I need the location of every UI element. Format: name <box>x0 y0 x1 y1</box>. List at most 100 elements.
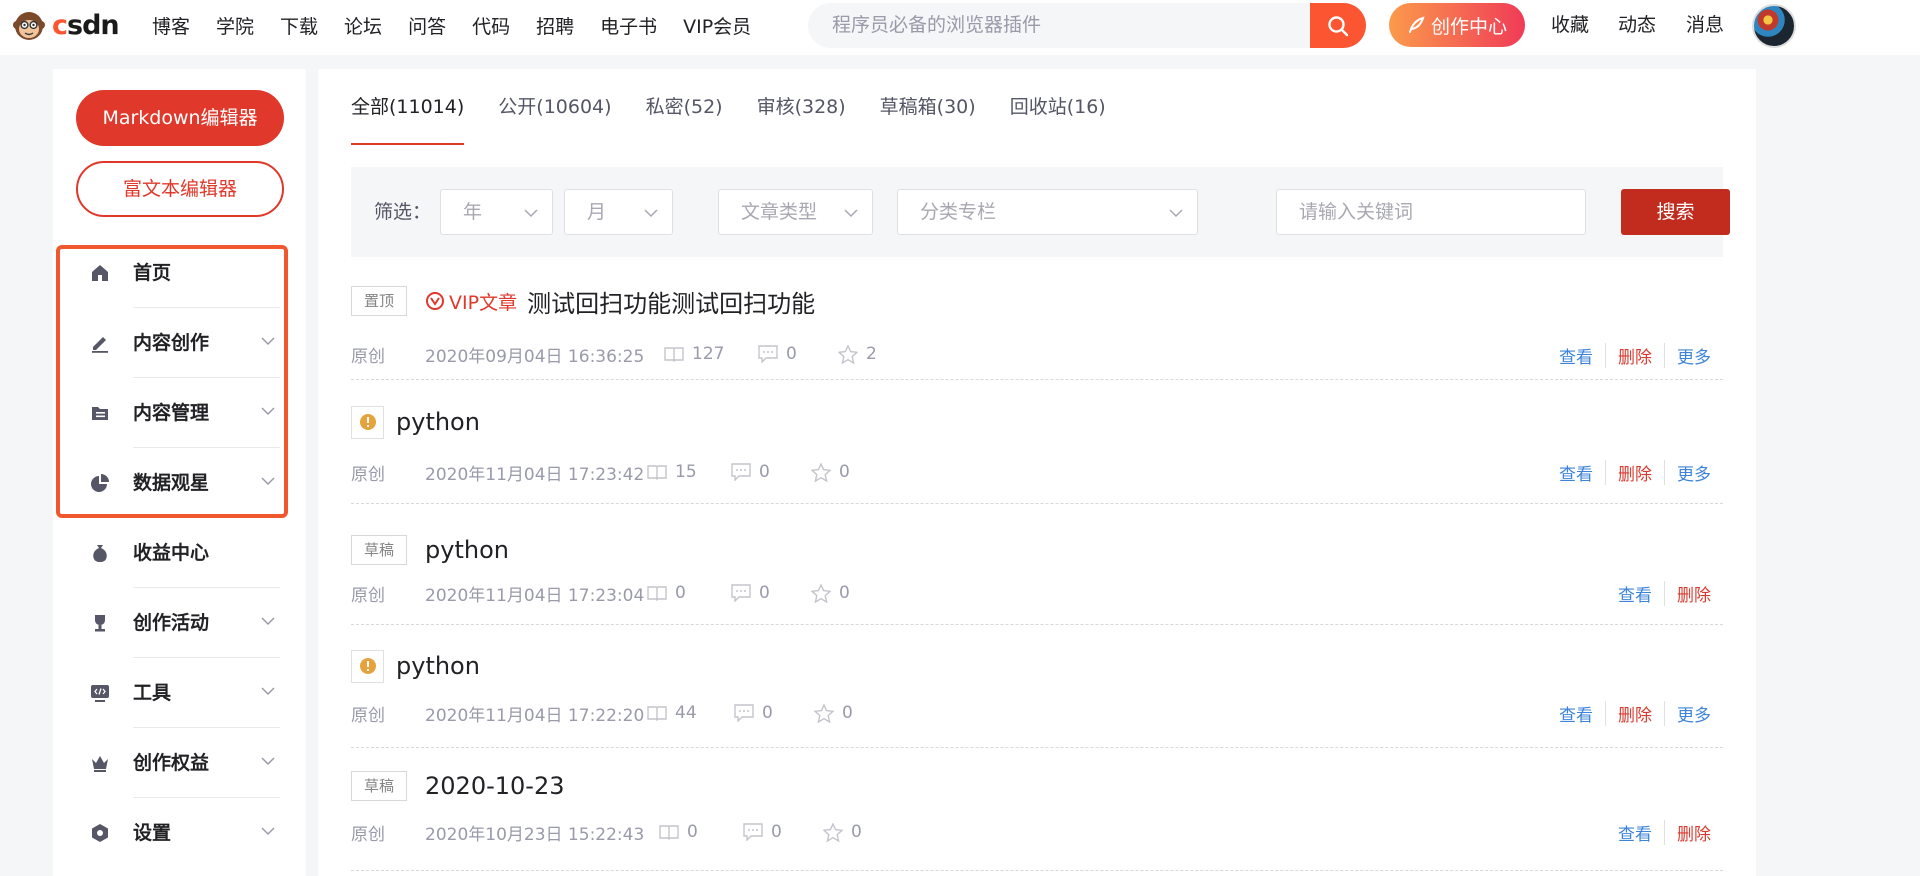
article-title-line: python <box>351 649 480 683</box>
chevron-down-icon <box>261 407 275 416</box>
article-title[interactable]: python <box>425 536 509 564</box>
article-actions: 查看 删除 <box>1606 580 1723 606</box>
article-type: 原创 <box>351 705 385 726</box>
sidebar-item-label: 数据观星 <box>133 472 210 494</box>
article-row: 草稿 2020-10-23 原创 2020年10月23日 15:22:43 0 … <box>351 771 1723 871</box>
article-actions: 查看 删除 更多 <box>1547 342 1723 368</box>
star-count-value: 2 <box>866 344 877 364</box>
more-button[interactable]: 更多 <box>1664 700 1723 726</box>
article-row: python 原创 2020年11月04日 17:22:20 44 0 0 查看… <box>351 648 1723 748</box>
delete-button[interactable]: 删除 <box>1605 459 1664 485</box>
comment-count-value: 0 <box>759 583 770 603</box>
more-button[interactable]: 更多 <box>1664 459 1723 485</box>
markdown-editor-button[interactable]: Markdown编辑器 <box>76 90 284 146</box>
star-icon <box>811 462 831 482</box>
tab-review[interactable]: 审核(328) <box>757 69 846 145</box>
nav-forum[interactable]: 论坛 <box>344 12 382 39</box>
nav-activity[interactable]: 动态 <box>1618 0 1656 50</box>
comment-icon <box>758 345 778 363</box>
view-button[interactable]: 查看 <box>1606 581 1664 606</box>
book-icon <box>664 347 684 362</box>
delete-button[interactable]: 删除 <box>1664 580 1723 606</box>
sidebar-item-home[interactable]: 首页 <box>53 238 306 308</box>
view-button[interactable]: 查看 <box>1547 460 1605 485</box>
article-title[interactable]: 测试回扫功能测试回扫功能 <box>527 284 815 319</box>
book-icon <box>647 465 667 480</box>
sidebar-item-creator-rights[interactable]: 创作权益 <box>53 728 306 798</box>
nav-vip[interactable]: VIP会员 <box>683 12 751 39</box>
star-count: 0 <box>823 822 862 842</box>
tab-private[interactable]: 私密(52) <box>646 69 723 145</box>
month-select[interactable]: 月 <box>564 189 673 235</box>
article-title[interactable]: python <box>396 408 480 436</box>
article-type: 原创 <box>351 464 385 485</box>
create-center-button[interactable]: 创作中心 <box>1389 3 1525 47</box>
sidebar-item-content-creation[interactable]: 内容创作 <box>53 308 306 378</box>
sidebar-item-settings[interactable]: 设置 <box>53 798 306 868</box>
delete-button[interactable]: 删除 <box>1605 342 1664 368</box>
more-button[interactable]: 更多 <box>1664 342 1723 368</box>
nav-code[interactable]: 代码 <box>472 12 510 39</box>
create-center-label: 创作中心 <box>1430 15 1507 38</box>
nav-blog[interactable]: 博客 <box>152 12 190 39</box>
sidebar-item-label: 内容管理 <box>133 402 210 424</box>
sidebar-item-content-management[interactable]: 内容管理 <box>53 378 306 448</box>
nav-download[interactable]: 下载 <box>280 12 318 39</box>
month-select-value: 月 <box>587 201 607 223</box>
comment-icon <box>734 704 754 722</box>
nav-ebook[interactable]: 电子书 <box>600 12 657 39</box>
sidebar-item-data-insights[interactable]: 数据观星 <box>53 448 306 518</box>
nav-messages[interactable]: 消息 <box>1686 0 1724 50</box>
nav-academy[interactable]: 学院 <box>216 12 254 39</box>
article-actions: 查看 删除 更多 <box>1547 459 1723 485</box>
filter-search-button[interactable]: 搜索 <box>1621 189 1730 235</box>
year-select[interactable]: 年 <box>440 189 553 235</box>
money-bag-icon <box>93 545 107 562</box>
chevron-down-icon <box>1169 209 1183 218</box>
nav-favorites[interactable]: 收藏 <box>1551 0 1589 50</box>
article-title[interactable]: python <box>396 652 480 680</box>
tab-all[interactable]: 全部(11014) <box>351 69 465 145</box>
sidebar-item-revenue-center[interactable]: 收益中心 <box>53 518 306 588</box>
article-actions: 查看 删除 <box>1606 819 1723 845</box>
article-date: 2020年11月04日 17:23:42 <box>425 464 645 485</box>
comment-count-value: 0 <box>771 822 782 842</box>
view-button[interactable]: 查看 <box>1547 701 1605 726</box>
keyword-input[interactable]: 请输入关键词 <box>1276 189 1586 235</box>
nav-qa[interactable]: 问答 <box>408 12 446 39</box>
sidebar-item-label: 首页 <box>133 262 172 284</box>
search-input[interactable]: 程序员必备的浏览器插件 <box>832 3 1041 48</box>
keyword-placeholder: 请输入关键词 <box>1299 201 1414 223</box>
view-button[interactable]: 查看 <box>1547 343 1605 368</box>
sidebar-item-label: 创作权益 <box>133 752 210 774</box>
monkey-logo-icon <box>13 12 45 40</box>
view-count-value: 15 <box>675 462 697 482</box>
content-tabs: 全部(11014) 公开(10604) 私密(52) 审核(328) 草稿箱(3… <box>351 69 1140 145</box>
delete-button[interactable]: 删除 <box>1605 700 1664 726</box>
view-count-value: 127 <box>692 344 725 364</box>
warning-badge <box>351 405 384 439</box>
tab-recycle-bin[interactable]: 回收站(16) <box>1010 69 1106 145</box>
comment-count: 0 <box>743 822 823 842</box>
search-button[interactable] <box>1310 3 1366 48</box>
nav-jobs[interactable]: 招聘 <box>536 12 574 39</box>
delete-button[interactable]: 删除 <box>1664 819 1723 845</box>
view-button[interactable]: 查看 <box>1606 820 1664 845</box>
article-meta: 原创 2020年11月04日 17:23:42 15 0 0 <box>351 459 850 485</box>
sidebar-item-label: 内容创作 <box>133 332 210 354</box>
chevron-down-icon <box>261 337 275 346</box>
sidebar-item-tools[interactable]: 工具 <box>53 658 306 728</box>
csdn-logo[interactable]: csdn <box>12 8 120 42</box>
tab-drafts[interactable]: 草稿箱(30) <box>880 69 976 145</box>
sidebar-item-creative-activities[interactable]: 创作活动 <box>53 588 306 658</box>
chevron-down-icon <box>261 827 275 836</box>
search-bar[interactable]: 程序员必备的浏览器插件 <box>808 3 1366 48</box>
article-title[interactable]: 2020-10-23 <box>425 772 564 800</box>
user-avatar[interactable] <box>1752 4 1796 48</box>
star-icon <box>823 822 843 842</box>
category-select[interactable]: 分类专栏 <box>897 189 1198 235</box>
article-title-line: 草稿 2020-10-23 <box>351 771 565 801</box>
article-type-select[interactable]: 文章类型 <box>718 189 873 235</box>
richtext-editor-button[interactable]: 富文本编辑器 <box>76 161 284 217</box>
tab-public[interactable]: 公开(10604) <box>498 69 611 145</box>
